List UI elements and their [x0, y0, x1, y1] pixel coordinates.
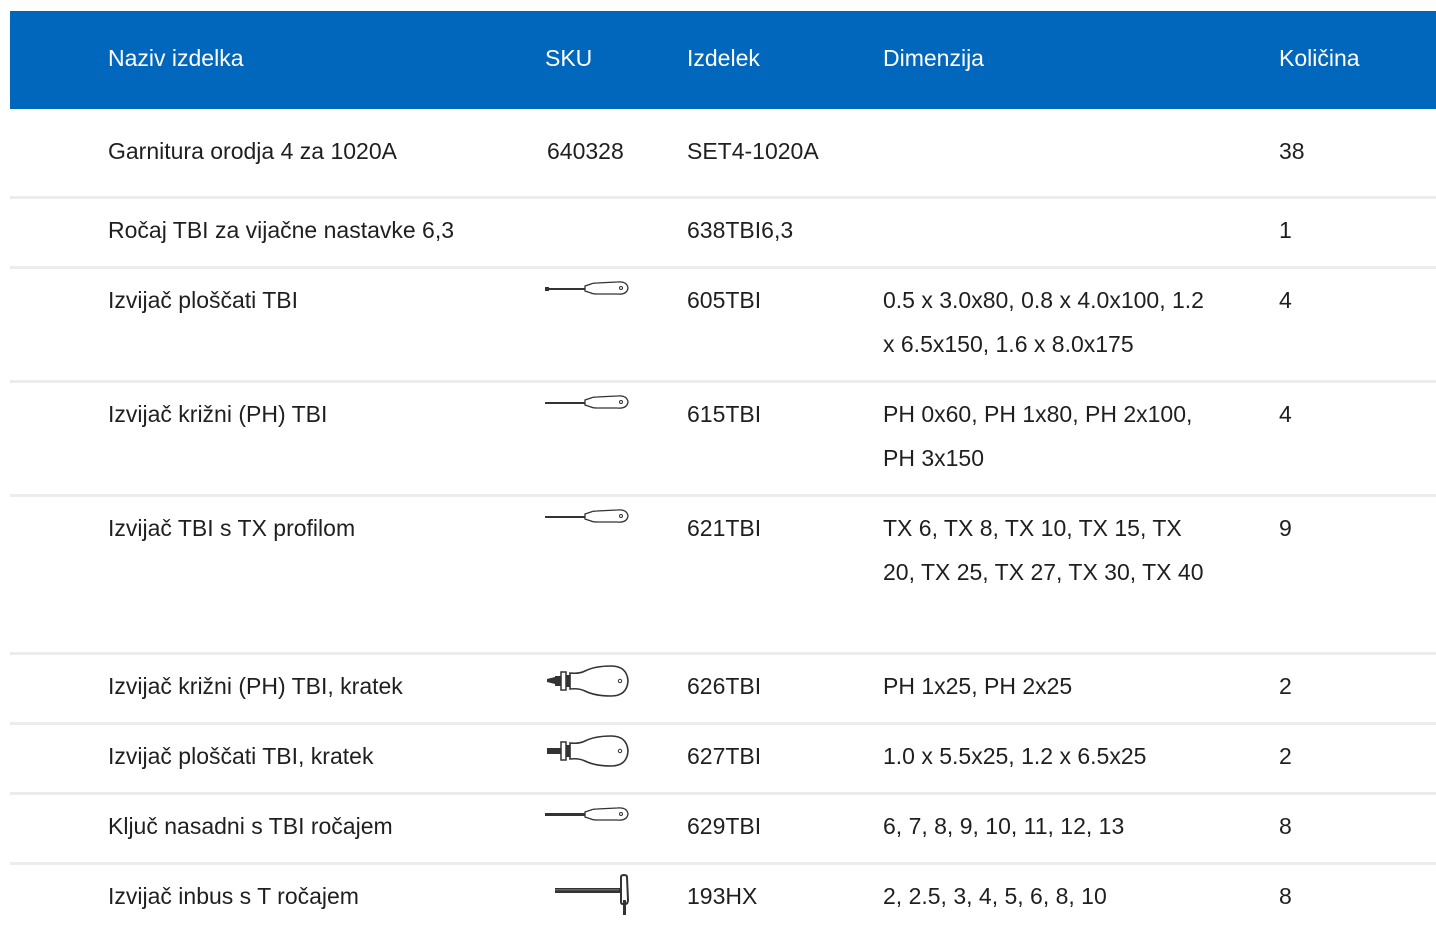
long-screwdriver-icon: [545, 806, 631, 824]
row-name: Izvijač križni (PH) TBI: [108, 401, 328, 427]
header-product: Izdelek: [687, 45, 760, 71]
table-row: Izvijač ploščati TBI, kratek 627TBI 1.0 …: [10, 725, 1436, 795]
table-header: Naziv izdelka SKU Izdelek Dimenzija Koli…: [10, 11, 1436, 109]
row-product: 627TBI: [687, 743, 762, 769]
row-quantity: 2: [1279, 673, 1292, 699]
stubby-phillips-screwdriver-icon: [545, 664, 631, 698]
long-screwdriver-icon: [545, 280, 631, 298]
row-sku: 640328: [547, 138, 624, 164]
row-name: Izvijač TBI s TX profilom: [108, 515, 356, 541]
table-row: Izvijač križni (PH) TBI 615TBI PH 0x60, …: [10, 383, 1436, 497]
row-quantity: 9: [1279, 515, 1292, 541]
long-screwdriver-icon: [545, 508, 631, 526]
row-quantity: 2: [1279, 743, 1292, 769]
table-row: Ključ nasadni s TBI ročajem 629TBI 6, 7,…: [10, 795, 1436, 865]
row-dimension: PH 0x60, PH 1x80, PH 2x100, PH 3x150: [883, 401, 1193, 471]
row-product: 626TBI: [687, 673, 762, 699]
header-quantity: Količina: [1279, 45, 1360, 71]
row-quantity: 1: [1279, 217, 1292, 243]
row-dimension: TX 6, TX 8, TX 10, TX 15, TX 20, TX 25, …: [883, 515, 1204, 585]
header-name: Naziv izdelka: [108, 45, 244, 71]
row-product: 193HX: [687, 883, 758, 909]
row-dimension: PH 1x25, PH 2x25: [883, 673, 1073, 699]
row-name: Ključ nasadni s TBI ročajem: [108, 813, 393, 839]
row-product: 629TBI: [687, 813, 762, 839]
row-quantity: 4: [1279, 287, 1292, 313]
row-product: 605TBI: [687, 287, 762, 313]
row-dimension: 0.5 x 3.0x80, 0.8 x 4.0x100, 1.2 x 6.5x1…: [883, 287, 1204, 357]
row-name: Ročaj TBI za vijačne nastavke 6,3: [108, 217, 455, 243]
table-row: Izvijač inbus s T ročajem 193HX 2, 2.5, …: [10, 865, 1436, 925]
row-quantity: 4: [1279, 401, 1292, 427]
table-row: Izvijač TBI s TX profilom 621TBI TX 6, T…: [10, 497, 1436, 655]
header-dimension: Dimenzija: [883, 45, 984, 71]
table-row: Garnitura orodja 4 za 1020A 640328 SET4-…: [10, 109, 1436, 199]
row-quantity: 8: [1279, 883, 1292, 909]
table-row: Izvijač ploščati TBI 605TBI 0.5 x 3.0x80…: [10, 269, 1436, 383]
header-sku: SKU: [545, 45, 593, 71]
row-quantity: 8: [1279, 813, 1292, 839]
table-row: Ročaj TBI za vijačne nastavke 6,3 638TBI…: [10, 199, 1436, 269]
row-name: Izvijač križni (PH) TBI, kratek: [108, 673, 403, 699]
row-product: 638TBI6,3: [687, 217, 794, 243]
row-name: Izvijač ploščati TBI, kratek: [108, 743, 374, 769]
row-dimension: 6, 7, 8, 9, 10, 11, 12, 13: [883, 813, 1125, 839]
row-product: 621TBI: [687, 515, 762, 541]
row-name: Izvijač ploščati TBI: [108, 287, 299, 313]
stubby-flat-screwdriver-icon: [545, 734, 631, 768]
row-dimension: 2, 2.5, 3, 4, 5, 6, 8, 10: [883, 883, 1107, 909]
row-name: Garnitura orodja 4 za 1020A: [108, 138, 397, 164]
row-dimension: 1.0 x 5.5x25, 1.2 x 6.5x25: [883, 743, 1147, 769]
row-name: Izvijač inbus s T ročajem: [108, 883, 359, 909]
table-row: Izvijač križni (PH) TBI, kratek 626TBI P…: [10, 655, 1436, 725]
long-screwdriver-icon: [545, 394, 631, 412]
product-table: Naziv izdelka SKU Izdelek Dimenzija Koli…: [10, 11, 1436, 925]
t-handle-hex-key-icon: [545, 874, 631, 918]
row-product: SET4-1020A: [687, 138, 819, 164]
row-product: 615TBI: [687, 401, 762, 427]
row-quantity: 38: [1279, 138, 1305, 164]
